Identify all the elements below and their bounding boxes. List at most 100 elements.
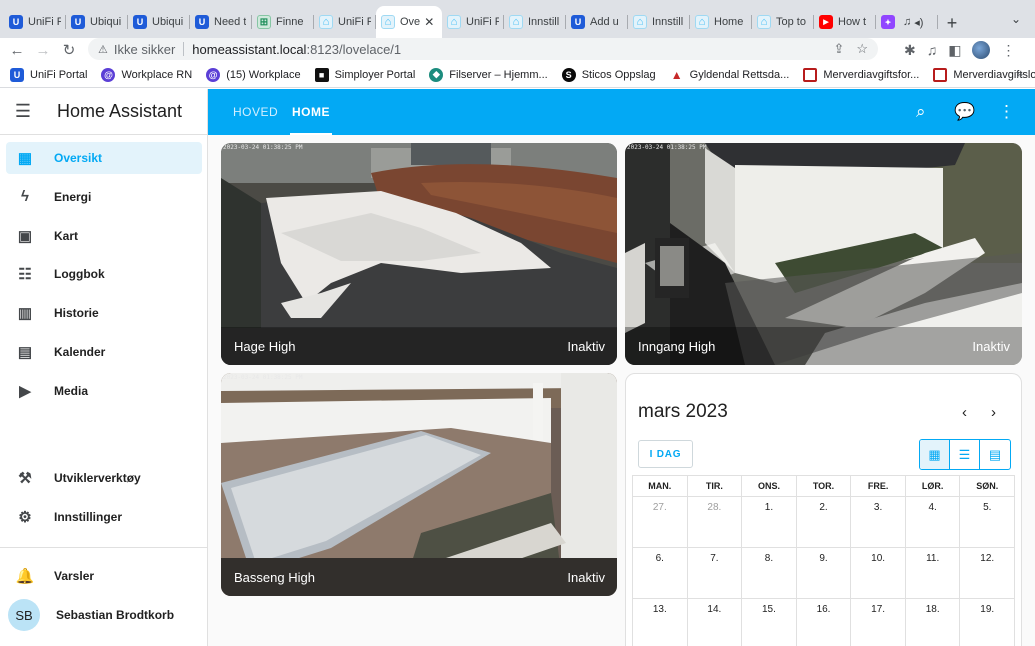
bookmark-item[interactable]: Merverdiavgiftsfor...: [803, 67, 919, 82]
bookmark-item[interactable]: ■ Simployer Portal: [314, 67, 415, 82]
browser-tab[interactable]: ▶ How t: [814, 6, 876, 38]
browser-tab[interactable]: ⌂ UniFi P: [314, 6, 376, 38]
menu-toggle-icon[interactable]: ☰: [0, 101, 46, 122]
more-bookmarks-icon[interactable]: »: [1016, 67, 1023, 81]
merverdi-favicon-icon: [803, 67, 818, 82]
warning-icon[interactable]: ⚠: [98, 43, 108, 56]
calendar-day[interactable]: 2.: [796, 497, 852, 548]
browser-tab[interactable]: U Add u: [566, 6, 628, 38]
ha-appbar: HOVED HOME ⌕ 💬 ⋮: [208, 89, 1035, 135]
sidebar-item-media[interactable]: ▶ Media: [6, 375, 202, 407]
share-icon[interactable]: ⇪: [833, 41, 844, 57]
user-name: Sebastian Brodtkorb: [56, 608, 175, 622]
browser-tab[interactable]: U Ubiqui: [66, 6, 128, 38]
profile-avatar[interactable]: [972, 41, 991, 59]
weekday-header-row: MAN. TIR. ONS. TOR. FRE. LØR. SØN.: [633, 476, 1016, 497]
month-view-icon[interactable]: ▦: [920, 440, 950, 469]
close-tab-icon[interactable]: ✕: [424, 15, 434, 29]
today-button[interactable]: I DAG: [638, 440, 693, 468]
calendar-day[interactable]: 17.: [851, 599, 906, 646]
lightning-icon: ϟ: [21, 188, 29, 206]
calendar-card: mars 2023 ‹ › I DAG ▦ ☰ ▤ MAN. TIR. ONS. TO…: [625, 373, 1022, 646]
sidebar-item-kalender[interactable]: ▤ Kalender: [6, 336, 202, 368]
calendar-day[interactable]: 18.: [906, 599, 961, 646]
calendar-day[interactable]: 28.: [687, 497, 743, 548]
tab-title: Ubiqui: [90, 16, 122, 28]
calendar-day[interactable]: 12.: [960, 548, 1016, 599]
calendar-day[interactable]: 4.: [905, 497, 961, 548]
sidebar-item-notifications[interactable]: 🔔 Varsler: [6, 560, 202, 592]
sidebar-item-utviklerverktøy[interactable]: ⚒ Utviklerverktøy: [6, 462, 202, 494]
calendar-day[interactable]: 13.: [633, 599, 688, 646]
sidebar-item-user[interactable]: SB Sebastian Brodtkorb: [6, 599, 202, 631]
calendar-day[interactable]: 8.: [742, 548, 797, 599]
browser-tab[interactable]: ⊞ Finne: [252, 6, 314, 38]
sidebar-item-energi[interactable]: ϟ Energi: [6, 181, 202, 213]
calendar-day[interactable]: 11.: [905, 548, 961, 599]
sidebar-item-historie[interactable]: ▥ Historie: [6, 297, 202, 329]
prev-month-icon[interactable]: ‹: [962, 404, 967, 421]
browser-tab[interactable]: ⌂ Home: [690, 6, 752, 38]
camera-card-basseng[interactable]: 2023-03-24 01:38:25 PM Basseng High Inak…: [221, 373, 617, 596]
forward-icon[interactable]: →: [30, 42, 56, 59]
browser-tab[interactable]: ⌂ Top to: [752, 6, 814, 38]
sidebar-item-oversikt[interactable]: ▦ Oversikt: [6, 142, 202, 174]
media-control-icon[interactable]: ♫: [927, 42, 938, 58]
weekday-header: TIR.: [687, 476, 743, 497]
browser-tab[interactable]: ⌂ UniFi P: [442, 6, 504, 38]
browser-tab[interactable]: U Ubiqui: [128, 6, 190, 38]
sidebar-item-loggbok[interactable]: ☷ Loggbok: [6, 258, 202, 290]
homeassistant-favicon-icon: ⌂: [381, 15, 395, 29]
calendar-day[interactable]: 1.: [742, 497, 797, 548]
calendar-day[interactable]: 27.: [633, 497, 688, 548]
browser-tab[interactable]: ✦ ♫ ◂): [876, 6, 938, 38]
workplace-favicon-icon: @: [101, 67, 116, 82]
star-icon[interactable]: ☆: [856, 41, 868, 57]
tab-home[interactable]: HOME: [290, 89, 332, 135]
bookmark-item[interactable]: S Sticos Oppslag: [561, 67, 656, 82]
calendar-day[interactable]: 5.: [960, 497, 1016, 548]
calendar-day[interactable]: 15.: [742, 599, 797, 646]
tab-hoved[interactable]: HOVED: [233, 89, 278, 135]
sidebar-header: ☰ Home Assistant: [0, 89, 207, 135]
weekday-header: FRE.: [851, 476, 906, 497]
tab-search-icon[interactable]: ⌄: [1011, 12, 1021, 26]
more-options-icon[interactable]: ⋮: [998, 102, 1015, 122]
browser-tab[interactable]: U Need t: [190, 6, 252, 38]
week-view-icon[interactable]: ☰: [950, 440, 980, 469]
browser-tab[interactable]: ⌂ Ove ✕: [376, 6, 442, 38]
bookmark-item[interactable]: U UniFi Portal: [10, 67, 87, 82]
browser-tab[interactable]: U UniFi P: [4, 6, 66, 38]
sidebar-item-label: Varsler: [54, 569, 95, 583]
bookmark-item[interactable]: @ (15) Workplace: [206, 67, 301, 82]
assist-icon[interactable]: 💬: [954, 102, 975, 122]
address-bar[interactable]: ⚠ Ikke sikker homeassistant.local:8123/l…: [88, 38, 878, 60]
camera-card-inngang[interactable]: 2023-03-24 01:38:25 PM Inngang High Inak…: [625, 143, 1022, 365]
calendar-day[interactable]: 3.: [851, 497, 906, 548]
list-view-icon[interactable]: ▤: [980, 440, 1010, 469]
browser-tab[interactable]: ⌂ Innstill: [628, 6, 690, 38]
calendar-day[interactable]: 14.: [688, 599, 743, 646]
calendar-day[interactable]: 6.: [633, 548, 688, 599]
browser-menu-icon[interactable]: ⋮: [1001, 42, 1015, 59]
bookmark-item[interactable]: ◆ Filserver – Hjemm...: [429, 67, 548, 82]
browser-tab[interactable]: ⌂ Innstill: [504, 6, 566, 38]
sidebar-item-kart[interactable]: ▣ Kart: [6, 220, 202, 252]
reload-icon[interactable]: ↻: [56, 41, 82, 59]
unifi-favicon-icon: U: [195, 15, 209, 29]
bookmark-item[interactable]: @ Workplace RN: [101, 67, 192, 82]
bookmark-item[interactable]: ▲ Gyldendal Rettsda...: [670, 68, 790, 82]
next-month-icon[interactable]: ›: [991, 404, 996, 421]
camera-card-hage[interactable]: 2023-03-24 01:38:25 PM Hage High Inaktiv: [221, 143, 617, 365]
search-icon[interactable]: ⌕: [916, 102, 926, 122]
calendar-day[interactable]: 7.: [687, 548, 743, 599]
extensions-icon[interactable]: ✱: [904, 42, 916, 59]
calendar-day[interactable]: 19.: [960, 599, 1016, 646]
calendar-day[interactable]: 9.: [796, 548, 852, 599]
calendar-day[interactable]: 10.: [851, 548, 906, 599]
calendar-day[interactable]: 16.: [797, 599, 852, 646]
new-tab-button[interactable]: +: [938, 8, 966, 38]
sidebar-item-innstillinger[interactable]: ⚙ Innstillinger: [6, 501, 202, 533]
side-panel-icon[interactable]: ◧: [948, 42, 961, 59]
back-icon[interactable]: ←: [4, 42, 30, 59]
